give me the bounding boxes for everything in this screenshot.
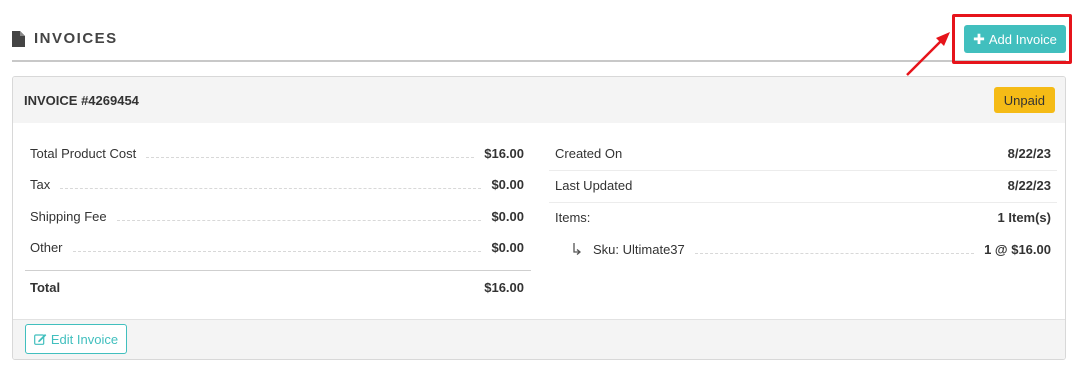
total-divider: [25, 270, 531, 271]
add-invoice-button[interactable]: ✚ Add Invoice: [964, 25, 1066, 53]
cost-row: Other $0.00: [30, 237, 524, 257]
dotted-leader: [146, 156, 475, 158]
invoice-card-footer: Edit Invoice: [13, 319, 1065, 359]
meta-row-created: Created On 8/22/23: [555, 143, 1051, 163]
edit-invoice-label: Edit Invoice: [50, 331, 119, 347]
meta-label: Items:: [555, 209, 591, 225]
cost-row: Total Product Cost $16.00: [30, 143, 524, 163]
meta-separator: [549, 202, 1057, 203]
dotted-leader: [72, 250, 482, 252]
status-badge: Unpaid: [993, 87, 1055, 113]
dotted-leader: [60, 187, 482, 189]
document-icon: [12, 30, 25, 47]
invoice-card: INVOICE #4269454 Unpaid Total Product Co…: [12, 76, 1066, 360]
sub-item-arrow-icon: [573, 243, 581, 255]
cost-label: Total Product Cost: [30, 145, 137, 161]
cost-value: $0.00: [491, 176, 524, 192]
add-invoice-label: Add Invoice: [988, 31, 1057, 47]
section-title-text: INVOICES: [34, 30, 118, 47]
item-value: 1 @ $16.00: [984, 241, 1051, 257]
invoice-card-header: INVOICE #4269454 Unpaid: [13, 77, 1065, 123]
meta-row-items: Items: 1 Item(s): [555, 207, 1051, 227]
meta-value: 1 Item(s): [997, 209, 1051, 225]
meta-row-updated: Last Updated 8/22/23: [555, 175, 1051, 195]
cost-value: $16.00: [484, 145, 524, 161]
meta-value: 8/22/23: [1007, 177, 1051, 193]
meta-separator: [549, 170, 1057, 171]
section-title: INVOICES: [12, 30, 118, 47]
invoice-title: INVOICE #4269454: [24, 93, 139, 108]
meta-value: 8/22/23: [1007, 145, 1051, 161]
cost-row: Shipping Fee $0.00: [30, 206, 524, 226]
meta-label: Created On: [555, 145, 623, 161]
edit-icon: [33, 333, 47, 345]
item-label: Sku: Ultimate37: [593, 241, 685, 257]
total-label: Total: [30, 279, 61, 295]
cost-row: Tax $0.00: [30, 174, 524, 194]
annotation-arrow-icon: [906, 32, 950, 76]
plus-icon: ✚: [973, 30, 985, 47]
total-value: $16.00: [484, 279, 524, 295]
cost-label: Other: [30, 239, 63, 255]
cost-label: Tax: [30, 176, 51, 192]
cost-value: $0.00: [491, 208, 524, 224]
edit-invoice-button[interactable]: Edit Invoice: [25, 324, 127, 354]
total-row: Total $16.00: [30, 277, 524, 297]
cost-value: $0.00: [491, 239, 524, 255]
invoice-card-body: Total Product Cost $16.00 Tax $0.00 Ship…: [13, 123, 1065, 319]
dotted-leader: [694, 252, 975, 254]
meta-label: Last Updated: [555, 177, 633, 193]
item-row: Sku: Ultimate37 1 @ $16.00: [573, 239, 1051, 259]
dotted-leader: [116, 219, 482, 221]
cost-label: Shipping Fee: [30, 208, 107, 224]
